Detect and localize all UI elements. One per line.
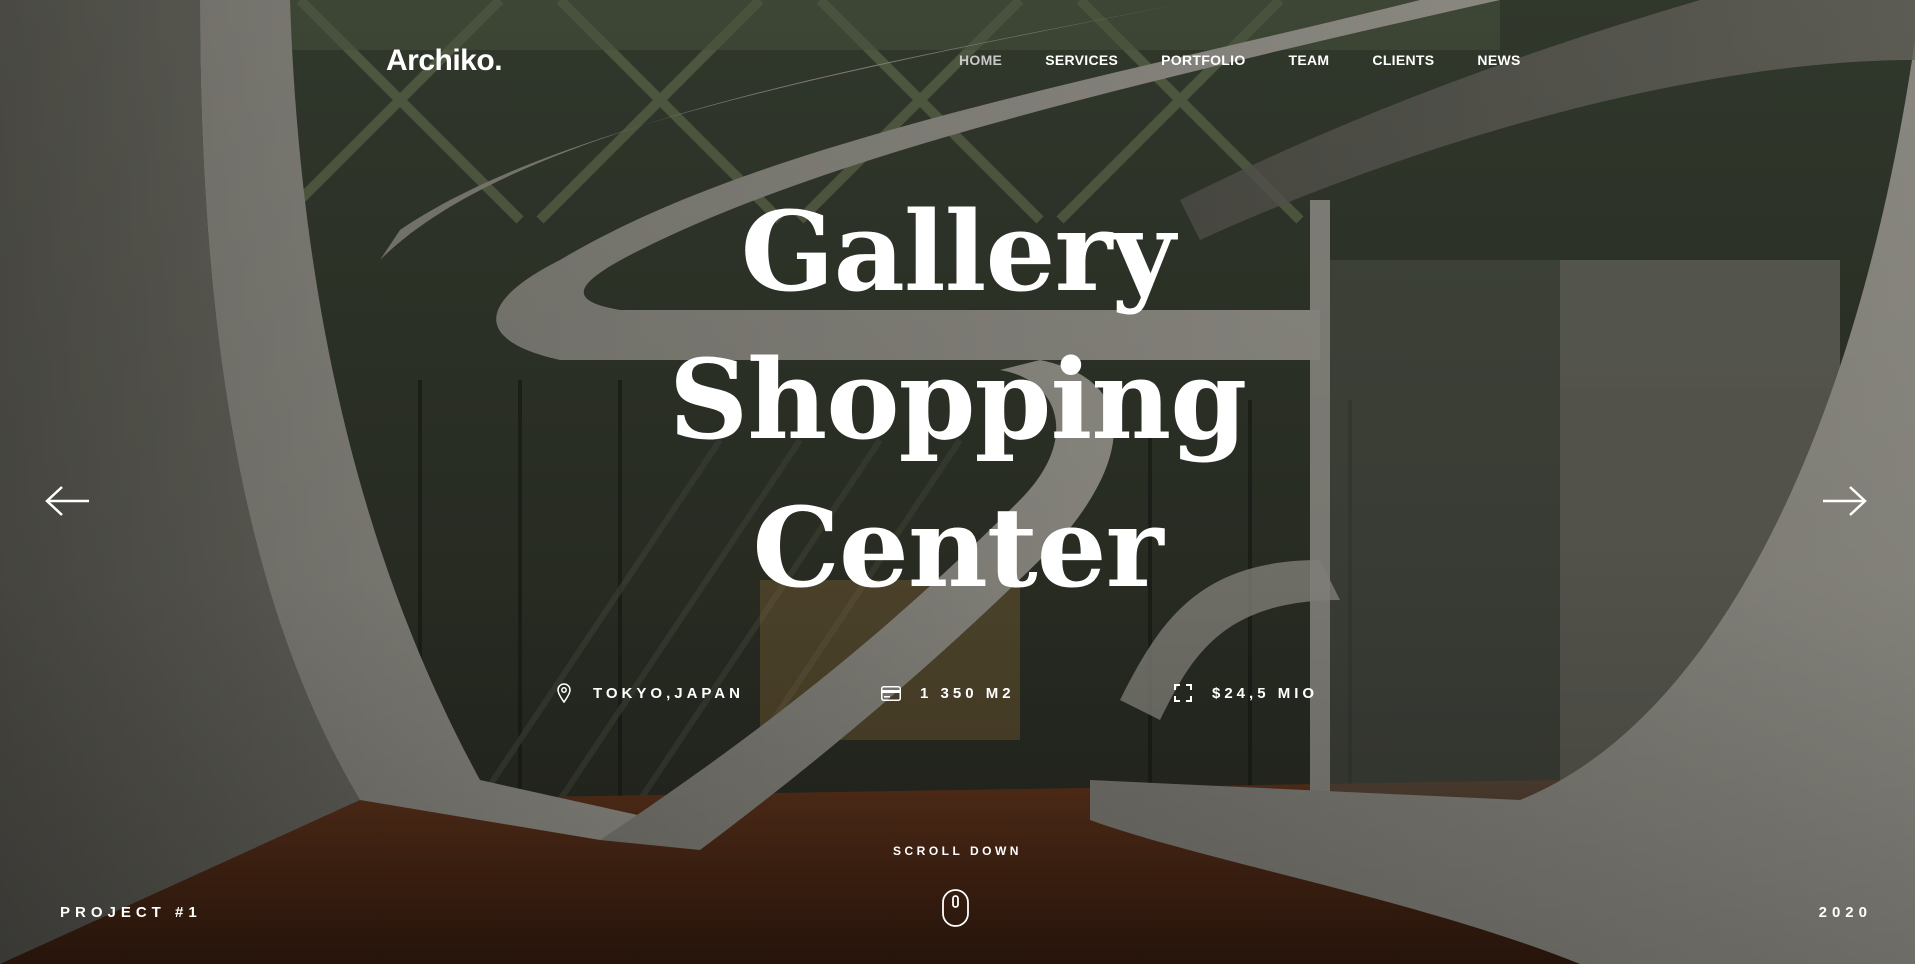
mouse-icon	[942, 889, 969, 927]
prev-slide-button[interactable]	[45, 484, 93, 518]
year-label: 2020	[1818, 904, 1872, 921]
nav-item-portfolio[interactable]: PORTFOLIO	[1161, 52, 1245, 68]
stat-area: 1 350 M2	[880, 682, 1015, 704]
map-pin-icon	[553, 682, 575, 704]
card-icon	[880, 682, 902, 704]
hero-title-line-2: Shopping	[668, 335, 1247, 464]
main-nav: HOME SERVICES PORTFOLIO TEAM CLIENTS NEW…	[959, 52, 1564, 68]
next-slide-button[interactable]	[1819, 484, 1867, 518]
stat-price-value: $24,5 MIO	[1212, 684, 1319, 702]
hero-title-line-1: Gallery	[740, 187, 1176, 316]
scroll-down-button[interactable]	[942, 889, 969, 927]
nav-item-clients[interactable]: CLIENTS	[1372, 52, 1434, 68]
hero-title-line-3: Center	[752, 483, 1163, 612]
nav-item-news[interactable]: NEWS	[1477, 52, 1520, 68]
site-logo[interactable]: Archiko.	[386, 44, 503, 78]
stat-location-value: TOKYO,JAPAN	[593, 684, 744, 702]
nav-item-services[interactable]: SERVICES	[1045, 52, 1118, 68]
stat-location: TOKYO,JAPAN	[553, 682, 744, 704]
hero-slider: Archiko. HOME SERVICES PORTFOLIO TEAM CL…	[0, 0, 1915, 964]
stat-area-value: 1 350 M2	[920, 684, 1015, 702]
nav-item-team[interactable]: TEAM	[1289, 52, 1330, 68]
expand-icon	[1172, 682, 1194, 704]
site-header: Archiko. HOME SERVICES PORTFOLIO TEAM CL…	[0, 0, 1915, 120]
scroll-down-label[interactable]: SCROLL DOWN	[0, 844, 1915, 858]
arrow-left-icon	[45, 486, 89, 516]
nav-item-home[interactable]: HOME	[959, 52, 1002, 68]
arrow-right-icon	[1823, 486, 1867, 516]
hero-title: Gallery Shopping Center	[0, 178, 1915, 622]
project-label: PROJECT #1	[60, 904, 202, 921]
stat-price: $24,5 MIO	[1172, 682, 1318, 704]
